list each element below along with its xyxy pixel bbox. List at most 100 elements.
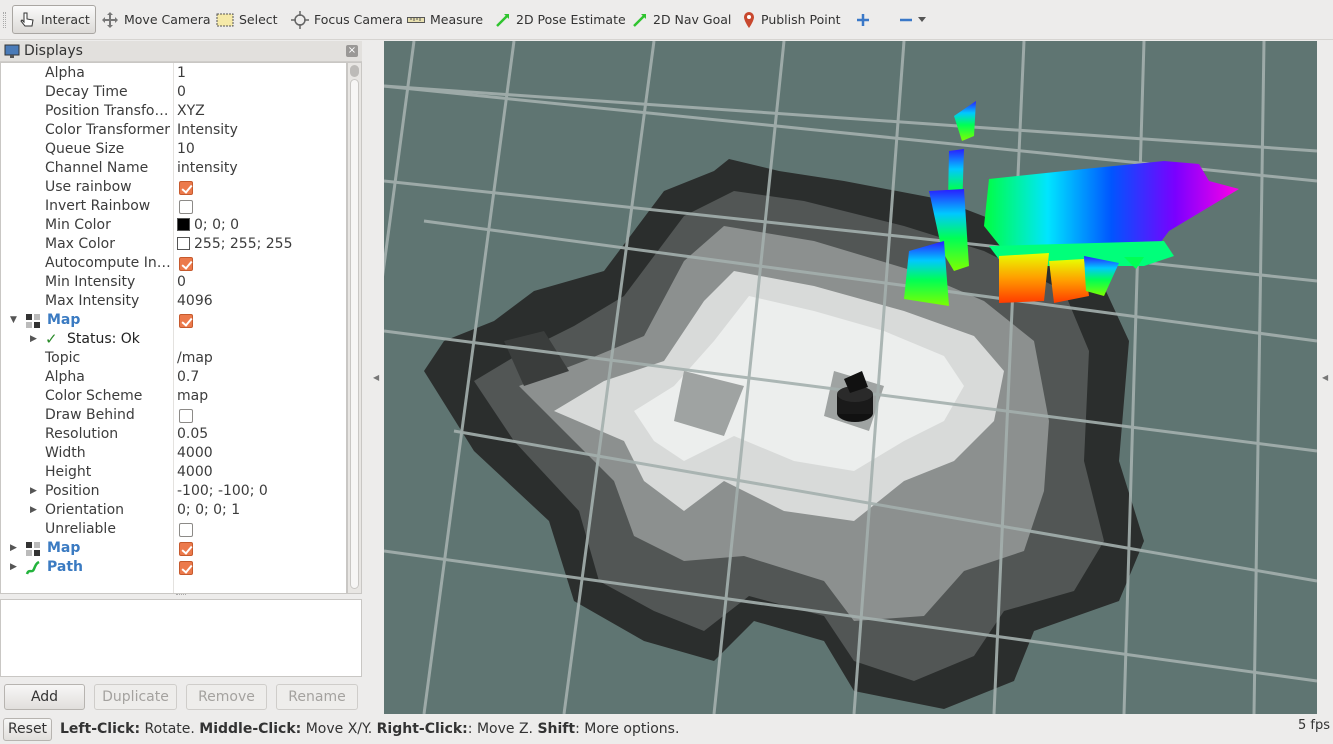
rename-button[interactable]: Rename xyxy=(276,684,358,710)
property-value[interactable]: 0.05 xyxy=(177,425,208,444)
collapse-right-icon[interactable]: ◀ xyxy=(1322,373,1328,382)
property-value[interactable]: -100; -100; 0 xyxy=(177,482,268,501)
panel-splitter[interactable] xyxy=(176,594,186,598)
property-value[interactable]: Intensity xyxy=(177,121,238,140)
property-row[interactable]: Queue Size 10 xyxy=(1,140,346,159)
hint-action: : More options. xyxy=(575,721,680,737)
property-label: Position xyxy=(45,483,100,499)
autocompute-intensity-checkbox[interactable] xyxy=(179,257,193,271)
property-value[interactable]: 1 xyxy=(177,64,186,83)
property-label: Color Transformer xyxy=(45,122,171,138)
property-row[interactable]: Channel Name intensity xyxy=(1,159,346,178)
interact-tool-button[interactable]: Interact xyxy=(12,5,96,34)
map-enabled-checkbox[interactable] xyxy=(179,314,193,328)
status-row[interactable]: ▶ ✓ Status: Ok xyxy=(1,330,346,349)
right-dock-splitter[interactable]: ◀ xyxy=(1317,41,1333,714)
draw-behind-checkbox[interactable] xyxy=(179,409,193,423)
check-icon: ✓ xyxy=(45,330,58,348)
display-enabled-checkbox[interactable] xyxy=(179,561,193,575)
measure-tool-button[interactable]: Measure xyxy=(402,5,488,34)
ruler-icon xyxy=(407,16,425,23)
add-button[interactable]: Add xyxy=(4,684,85,710)
nav-goal-tool-button[interactable]: 2D Nav Goal xyxy=(627,5,736,34)
pose-estimate-tool-button[interactable]: 2D Pose Estimate xyxy=(490,5,631,34)
property-value[interactable]: map xyxy=(177,387,208,406)
map-grid-icon xyxy=(26,314,40,328)
panel-close-icon[interactable]: × xyxy=(346,45,358,57)
property-value[interactable]: 4000 xyxy=(177,463,213,482)
reset-button[interactable]: Reset xyxy=(3,718,52,741)
property-value[interactable]: /map xyxy=(177,349,213,368)
toolbar-grip[interactable] xyxy=(3,12,6,28)
property-row[interactable]: ▶ Position -100; -100; 0 xyxy=(1,482,346,501)
hint-key: Middle-Click: xyxy=(199,721,302,737)
property-row[interactable]: Width 4000 xyxy=(1,444,346,463)
duplicate-button[interactable]: Duplicate xyxy=(94,684,177,710)
select-tool-button[interactable]: Select xyxy=(211,5,283,34)
display-enabled-checkbox[interactable] xyxy=(179,542,193,556)
property-row[interactable]: ▶ Orientation 0; 0; 0; 1 xyxy=(1,501,346,520)
mouse-hint-text: Left-Click: Rotate. Middle-Click: Move X… xyxy=(60,721,679,737)
property-row[interactable]: Decay Time 0 xyxy=(1,83,346,102)
property-value[interactable]: XYZ xyxy=(177,102,205,121)
expand-arrow-icon[interactable]: ▼ xyxy=(10,311,17,330)
property-value[interactable]: 4000 xyxy=(177,444,213,463)
min-color-value[interactable]: 0; 0; 0 xyxy=(177,216,239,235)
expand-arrow-icon[interactable]: ▶ xyxy=(30,330,37,349)
unreliable-checkbox[interactable] xyxy=(179,523,193,537)
property-value[interactable]: 0; 0; 0; 1 xyxy=(177,501,240,520)
property-row[interactable]: Color Scheme map xyxy=(1,387,346,406)
property-row[interactable]: Alpha 1 xyxy=(1,64,346,83)
property-row[interactable]: Min Intensity 0 xyxy=(1,273,346,292)
property-row[interactable]: Max Color 255; 255; 255 xyxy=(1,235,346,254)
publish-point-tool-button[interactable]: Publish Point xyxy=(737,5,846,34)
property-row[interactable]: Use rainbow xyxy=(1,178,346,197)
use-rainbow-checkbox[interactable] xyxy=(179,181,193,195)
property-value[interactable]: 0 xyxy=(177,273,186,292)
property-value[interactable]: 4096 xyxy=(177,292,213,311)
property-row[interactable]: Draw Behind xyxy=(1,406,346,425)
property-row[interactable]: Topic/map xyxy=(1,349,346,368)
collapse-left-icon[interactable]: ◀ xyxy=(373,373,379,382)
property-row[interactable]: Height 4000 xyxy=(1,463,346,482)
remove-button[interactable]: Remove xyxy=(186,684,267,710)
move-camera-tool-button[interactable]: Move Camera xyxy=(96,5,216,34)
expand-arrow-icon[interactable]: ▶ xyxy=(30,501,37,520)
property-label: Max Color xyxy=(45,236,115,252)
property-value[interactable]: 0 xyxy=(177,83,186,102)
property-label: Orientation xyxy=(45,502,125,518)
property-value[interactable]: intensity xyxy=(177,159,238,178)
property-label: Width xyxy=(45,445,86,461)
property-row[interactable]: Max Intensity 4096 xyxy=(1,292,346,311)
render-scene xyxy=(384,41,1317,714)
add-tool-button[interactable] xyxy=(851,5,875,34)
display-item-path[interactable]: ▶ Path xyxy=(1,558,346,577)
render-3d-view[interactable] xyxy=(384,41,1317,714)
expand-arrow-icon[interactable]: ▶ xyxy=(10,539,17,558)
scroll-up-handle[interactable] xyxy=(350,65,359,77)
scroll-thumb[interactable] xyxy=(350,79,359,589)
property-value[interactable]: 10 xyxy=(177,140,195,159)
property-row[interactable]: Alpha 0.7 xyxy=(1,368,346,387)
property-row[interactable]: Autocompute In… xyxy=(1,254,346,273)
expand-arrow-icon[interactable]: ▶ xyxy=(30,482,37,501)
property-row[interactable]: Invert Rainbow xyxy=(1,197,346,216)
remove-tool-button[interactable] xyxy=(894,5,931,34)
invert-rainbow-checkbox[interactable] xyxy=(179,200,193,214)
tree-scrollbar[interactable] xyxy=(347,62,362,594)
display-item-map[interactable]: ▶ Map xyxy=(1,539,346,558)
displays-panel-title: Displays xyxy=(24,43,83,59)
max-color-value[interactable]: 255; 255; 255 xyxy=(177,235,293,254)
property-row[interactable]: Color Transformer Intensity xyxy=(1,121,346,140)
display-item-map[interactable]: ▼ Map xyxy=(1,311,346,330)
property-row[interactable]: Resolution 0.05 xyxy=(1,425,346,444)
property-row[interactable]: Position Transfo… XYZ xyxy=(1,102,346,121)
property-row[interactable]: Unreliable xyxy=(1,520,346,539)
property-label: Alpha xyxy=(45,369,85,385)
property-value[interactable]: 0.7 xyxy=(177,368,199,387)
property-row[interactable]: Min Color 0; 0; 0 xyxy=(1,216,346,235)
display-name: Map xyxy=(47,540,81,556)
expand-arrow-icon[interactable]: ▶ xyxy=(10,558,17,577)
focus-camera-tool-button[interactable]: Focus Camera xyxy=(286,5,408,34)
left-dock-splitter[interactable]: ◀ xyxy=(363,41,383,714)
